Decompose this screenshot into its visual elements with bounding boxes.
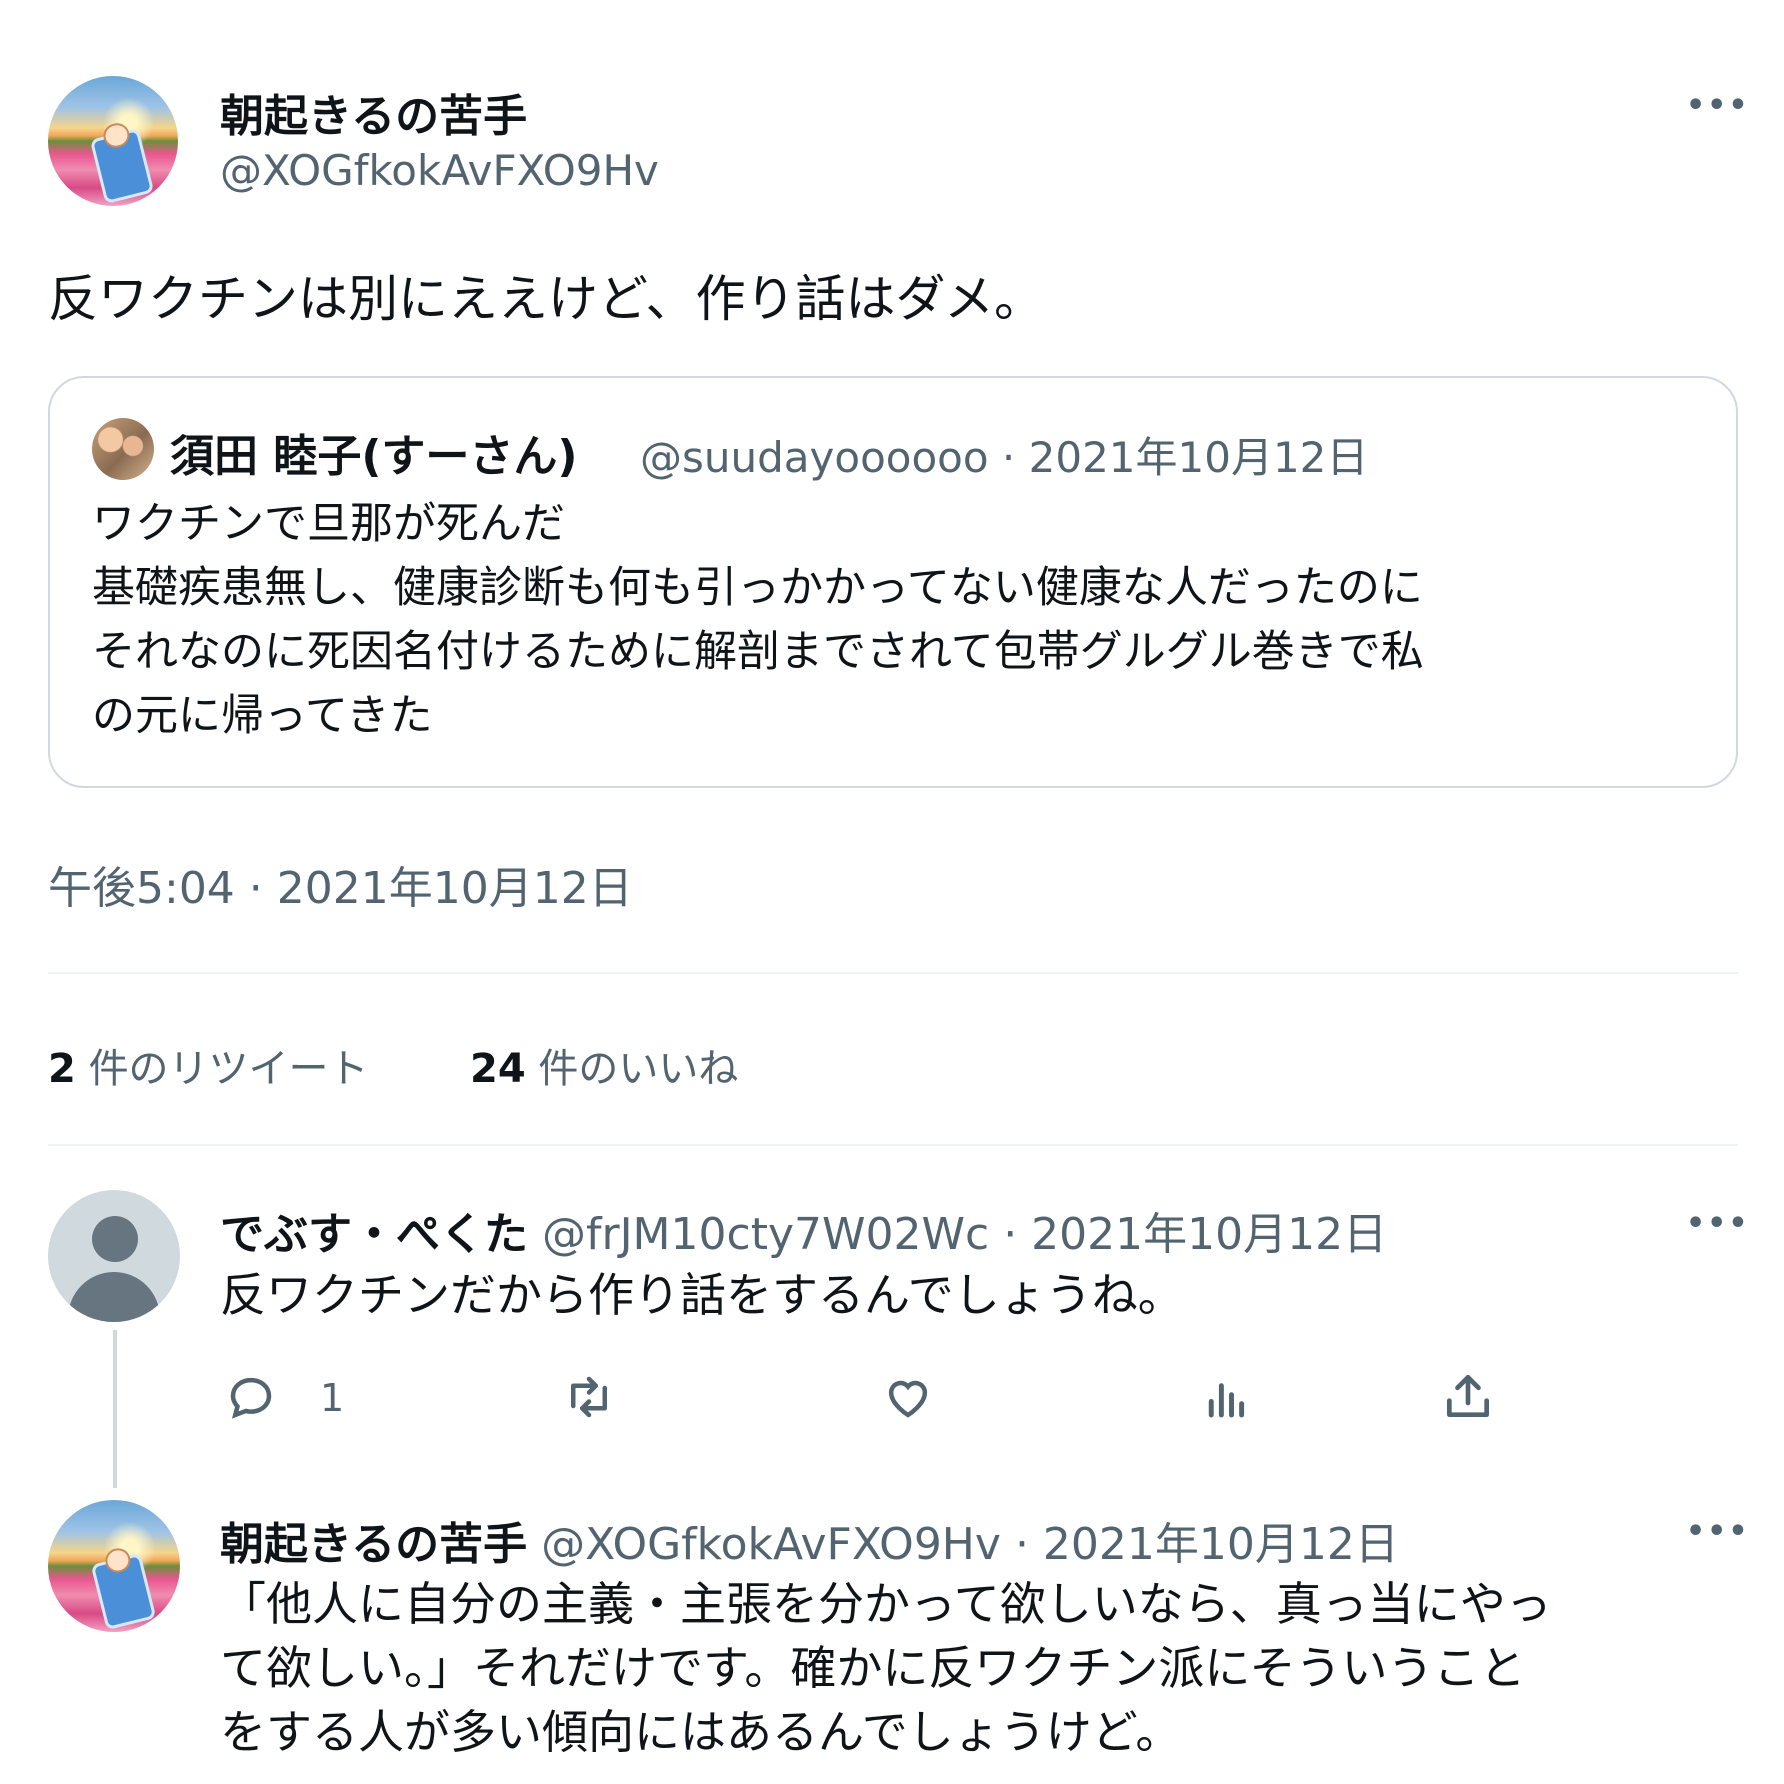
reply-display-name[interactable]: 朝起きるの苦手 xyxy=(220,1519,527,1570)
reply-date[interactable]: · 2021年10月12日 xyxy=(1003,1209,1387,1260)
author-handle[interactable]: @XOGfkokAvFXO9Hv xyxy=(220,146,659,195)
quoted-text-line: 基礎疾患無し、健康診断も何も引っかかってない健康な人だったのに xyxy=(92,563,1423,613)
thread-line xyxy=(113,1330,117,1488)
quoted-text-line: の元に帰ってきた xyxy=(92,691,433,741)
quoted-date: · 2021年10月12日 xyxy=(1001,433,1369,482)
reply-display-name[interactable]: でぶす・ぺくた xyxy=(220,1209,528,1260)
reply-text: 反ワクチンだから作り話をするんでしょうね。 xyxy=(220,1268,1184,1322)
reply-header: でぶす・ぺくた @frJM10cty7W02Wc · 2021年10月12日 xyxy=(220,1198,1387,1262)
reply-text-line: 「他人に自分の主義・主張を分かって欲しいなら、真っ当にやっ xyxy=(220,1577,1552,1631)
divider xyxy=(48,1144,1738,1146)
retweet-icon[interactable] xyxy=(560,1370,618,1424)
reply-handle[interactable]: @frJM10cty7W02Wc xyxy=(542,1209,989,1260)
reply-text-line: をする人が多い傾向にはあるんでしょうけど。 xyxy=(220,1705,1182,1759)
reply-count: 1 xyxy=(320,1376,345,1420)
retweets-count: 2 xyxy=(48,1046,76,1092)
likes-stat[interactable]: 24 件のいいね xyxy=(470,1036,738,1094)
retweets-stat[interactable]: 2 件のリツイート xyxy=(48,1036,369,1094)
reply-header: 朝起きるの苦手 @XOGfkokAvFXO9Hv · 2021年10月12日 xyxy=(220,1508,1399,1572)
heart-icon[interactable] xyxy=(880,1370,936,1424)
quoted-text: ワクチンで旦那が死んだ 基礎疾患無し、健康診断も何も引っかかってない健康な人だっ… xyxy=(92,492,1424,748)
more-icon[interactable]: ••• xyxy=(1686,1514,1750,1549)
reply-date[interactable]: · 2021年10月12日 xyxy=(1015,1519,1399,1570)
share-icon[interactable] xyxy=(1440,1368,1496,1424)
likes-label: 件のいいね xyxy=(538,1046,739,1092)
retweets-label: 件のリツイート xyxy=(88,1046,369,1092)
likes-count: 24 xyxy=(470,1046,526,1092)
tweet-timestamp[interactable]: 午後5:04 · 2021年10月12日 xyxy=(48,852,633,916)
reply-handle[interactable]: @XOGfkokAvFXO9Hv xyxy=(541,1519,1001,1570)
reply-icon[interactable] xyxy=(224,1370,278,1424)
reply-avatar[interactable] xyxy=(48,1190,180,1322)
views-icon[interactable] xyxy=(1200,1370,1254,1424)
author-display-name[interactable]: 朝起きるの苦手 xyxy=(220,80,527,144)
quoted-display-name: 須田 睦子(すーさん) xyxy=(170,431,578,482)
reply-text-line: て欲しい。」それだけです。確かに反ワクチン派にそういうこと xyxy=(220,1641,1526,1695)
quoted-author-avatar xyxy=(92,418,154,480)
author-avatar[interactable] xyxy=(48,76,178,206)
divider xyxy=(48,972,1738,974)
tweet-text: 反ワクチンは別にええけど、作り話はダメ。 xyxy=(48,270,1044,328)
quoted-text-line: ワクチンで旦那が死んだ xyxy=(92,499,565,549)
more-icon[interactable]: ••• xyxy=(1686,1206,1750,1241)
quoted-text-line: それなのに死因名付けるために解剖までされて包帯グルグル巻きで私 xyxy=(92,627,1424,677)
reply-avatar[interactable] xyxy=(48,1500,180,1632)
more-icon[interactable]: ••• xyxy=(1686,88,1750,123)
quoted-handle: @suudayoooooo xyxy=(640,433,989,482)
reply-text: 「他人に自分の主義・主張を分かって欲しいなら、真っ当にやっ て欲しい。」それだけ… xyxy=(220,1572,1552,1764)
quoted-meta: @suudayoooooo · 2021年10月12日 xyxy=(640,424,1368,485)
